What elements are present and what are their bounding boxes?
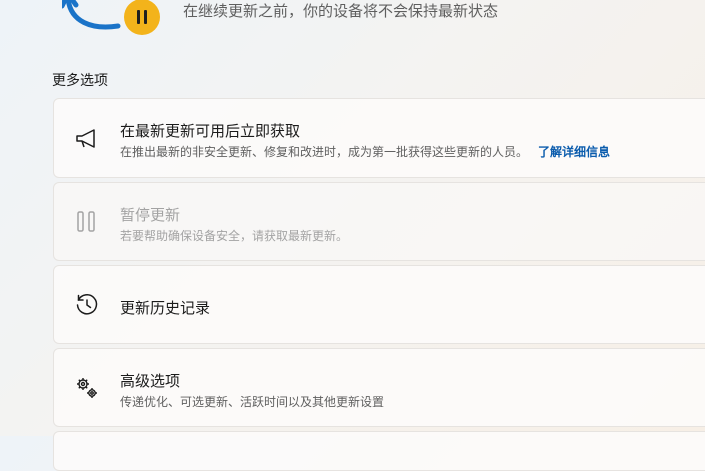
more-options-title: 更多选项 <box>52 73 108 89</box>
history-icon <box>74 292 100 318</box>
pause-updates-card: 暂停更新 若要帮助确保设备安全，请获取最新更新。 <box>53 182 705 261</box>
card-description: 在推出最新的非安全更新、修复和改进时，成为第一批获得这些更新的人员。 了解详细信息 <box>120 143 610 160</box>
learn-more-link[interactable]: 了解详细信息 <box>538 145 610 159</box>
megaphone-icon <box>74 126 100 152</box>
next-card-partial[interactable] <box>53 431 705 471</box>
card-description-text: 在推出最新的非安全更新、修复和改进时，成为第一批获得这些更新的人员。 <box>120 145 529 159</box>
card-title: 更新历史记录 <box>120 299 211 317</box>
gears-icon <box>74 375 100 401</box>
paused-badge-icon <box>124 0 160 35</box>
card-description: 传递优化、可选更新、活跃时间以及其他更新设置 <box>120 395 385 409</box>
card-title: 暂停更新 <box>120 206 181 224</box>
status-text: 在继续更新之前，你的设备将不会保持最新状态 <box>183 2 499 20</box>
get-latest-updates-card[interactable]: 在最新更新可用后立即获取 在推出最新的非安全更新、修复和改进时，成为第一批获得这… <box>53 98 705 178</box>
advanced-options-card[interactable]: 高级选项 传递优化、可选更新、活跃时间以及其他更新设置 <box>53 348 705 427</box>
update-status-header: 在继续更新之前，你的设备将不会保持最新状态 <box>62 0 702 38</box>
update-arrow-icon <box>62 0 121 30</box>
card-title: 高级选项 <box>120 372 181 390</box>
card-title: 在最新更新可用后立即获取 <box>120 122 301 140</box>
pause-icon <box>74 209 100 235</box>
card-description: 若要帮助确保设备安全，请获取最新更新。 <box>120 229 349 243</box>
update-history-card[interactable]: 更新历史记录 <box>53 265 705 344</box>
